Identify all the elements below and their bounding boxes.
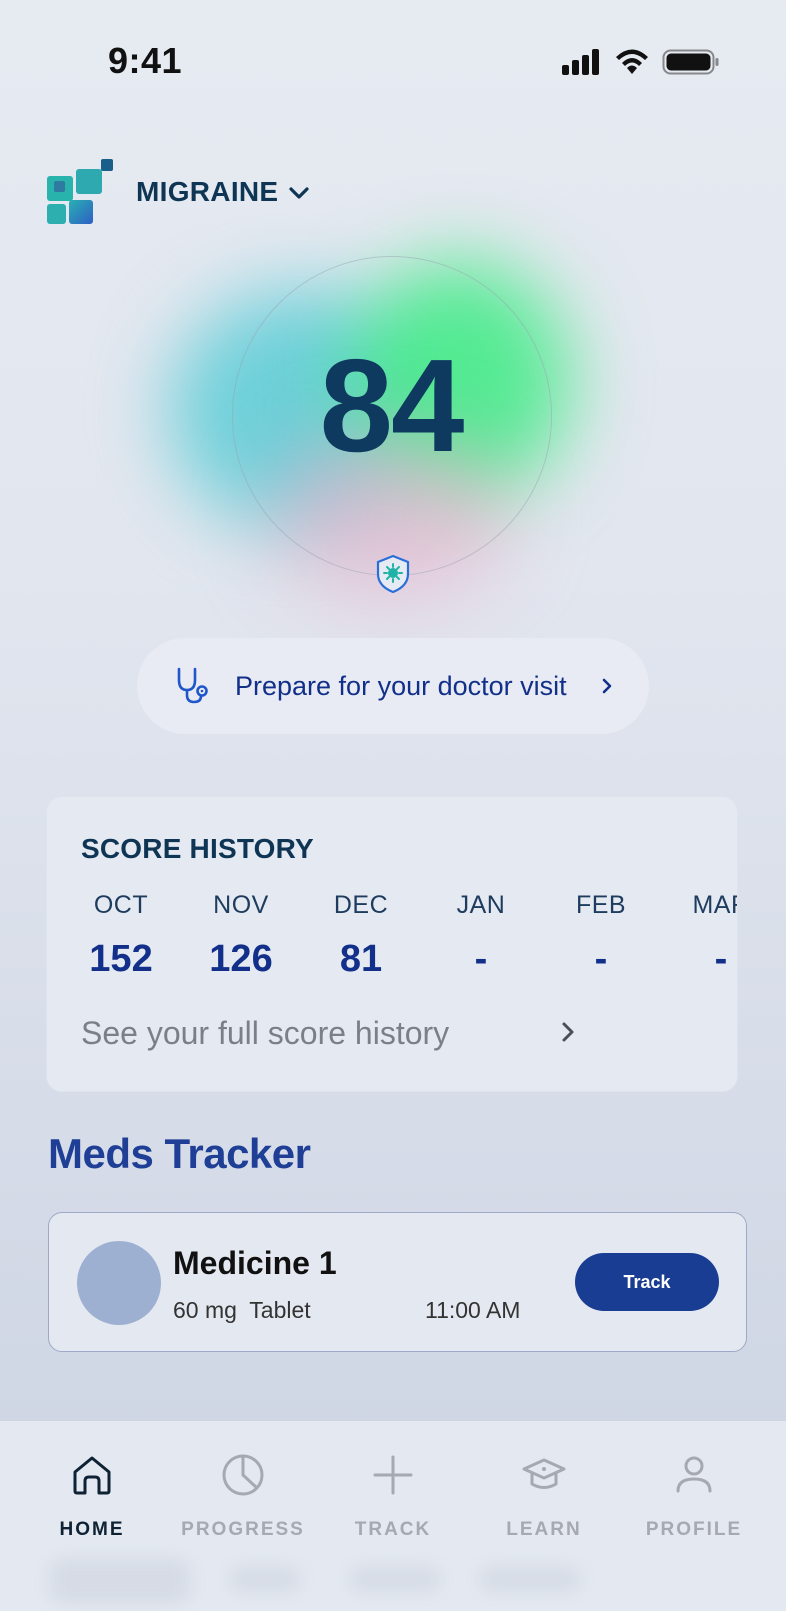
blurred-background-content [50,1559,190,1603]
history-month-dec: DEC 81 [311,891,411,981]
status-icons [560,48,720,76]
app-logo-icon [47,159,113,225]
wifi-icon [616,49,648,74]
chevron-down-icon[interactable] [286,180,312,206]
nav-label: LEARN [506,1519,582,1540]
month-label: NOV [213,891,269,919]
battery-icon [662,49,719,75]
nav-home[interactable]: HOME [17,1451,167,1541]
chevron-right-icon [602,678,611,694]
month-score: 152 [89,938,153,980]
month-label: MAR [692,891,737,919]
medicine-card[interactable]: Medicine 1 60 mg Tablet 11:00 AM Track [48,1212,747,1352]
graduation-cap-icon [522,1458,566,1489]
bottom-nav: HOME PROGRESS TRACK LEARN PROFILE [0,1420,786,1611]
month-score: - [714,938,728,980]
nav-profile[interactable]: PROFILE [619,1451,769,1541]
score-history-card: SCORE HISTORY OCT 152 NOV 126 DEC 81 JAN… [46,796,738,1092]
nav-label: PROFILE [645,1519,743,1540]
medicine-avatar [77,1241,161,1325]
nav-label: TRACK [354,1519,432,1540]
status-time: 9:41 [108,40,183,81]
month-label: JAN [456,891,506,919]
signal-icon [562,49,599,75]
doctor-visit-button[interactable]: Prepare for your doctor visit [137,638,649,734]
nav-track[interactable]: TRACK [318,1451,468,1541]
nav-learn[interactable]: LEARN [469,1451,619,1541]
medicine-name: Medicine 1 [173,1245,337,1281]
blurred-background-content [350,1567,440,1591]
medicine-time: 11:00 AM [425,1297,521,1323]
track-button[interactable]: Track [575,1253,719,1311]
month-score: - [594,938,608,980]
month-score: 126 [209,938,273,980]
plus-icon [373,1455,413,1495]
blurred-background-content [230,1567,300,1591]
nav-progress[interactable]: PROGRESS [168,1451,318,1541]
history-month-oct: OCT 152 [71,891,171,981]
nav-label: PROGRESS [181,1519,305,1540]
stethoscope-icon [177,667,208,704]
month-label: OCT [93,891,149,919]
home-icon [73,1456,111,1495]
condition-title[interactable]: MIGRAINE [136,176,278,208]
history-month-mar: MAR - [671,891,737,981]
meds-tracker-title: Meds Tracker [48,1130,311,1177]
full-history-link[interactable]: See your full score history [81,1015,449,1052]
medicine-dose: 60 mg Tablet [173,1297,311,1323]
month-label: DEC [333,891,389,919]
month-label: FEB [575,891,627,919]
shield-icon[interactable] [375,554,411,594]
user-icon [676,1456,712,1493]
nav-label: HOME [59,1519,125,1540]
month-score: 81 [339,938,383,980]
chevron-right-icon[interactable] [555,1019,581,1045]
blurred-background-content [480,1567,580,1591]
score-value: 84 [319,332,465,479]
pie-chart-icon [222,1454,264,1496]
history-month-nov: NOV 126 [191,891,291,981]
score-history-title: SCORE HISTORY [81,833,314,864]
history-month-jan: JAN - [431,891,531,981]
month-score: - [474,938,488,980]
history-month-feb: FEB - [551,891,651,981]
doctor-visit-label: Prepare for your doctor visit [235,670,567,701]
